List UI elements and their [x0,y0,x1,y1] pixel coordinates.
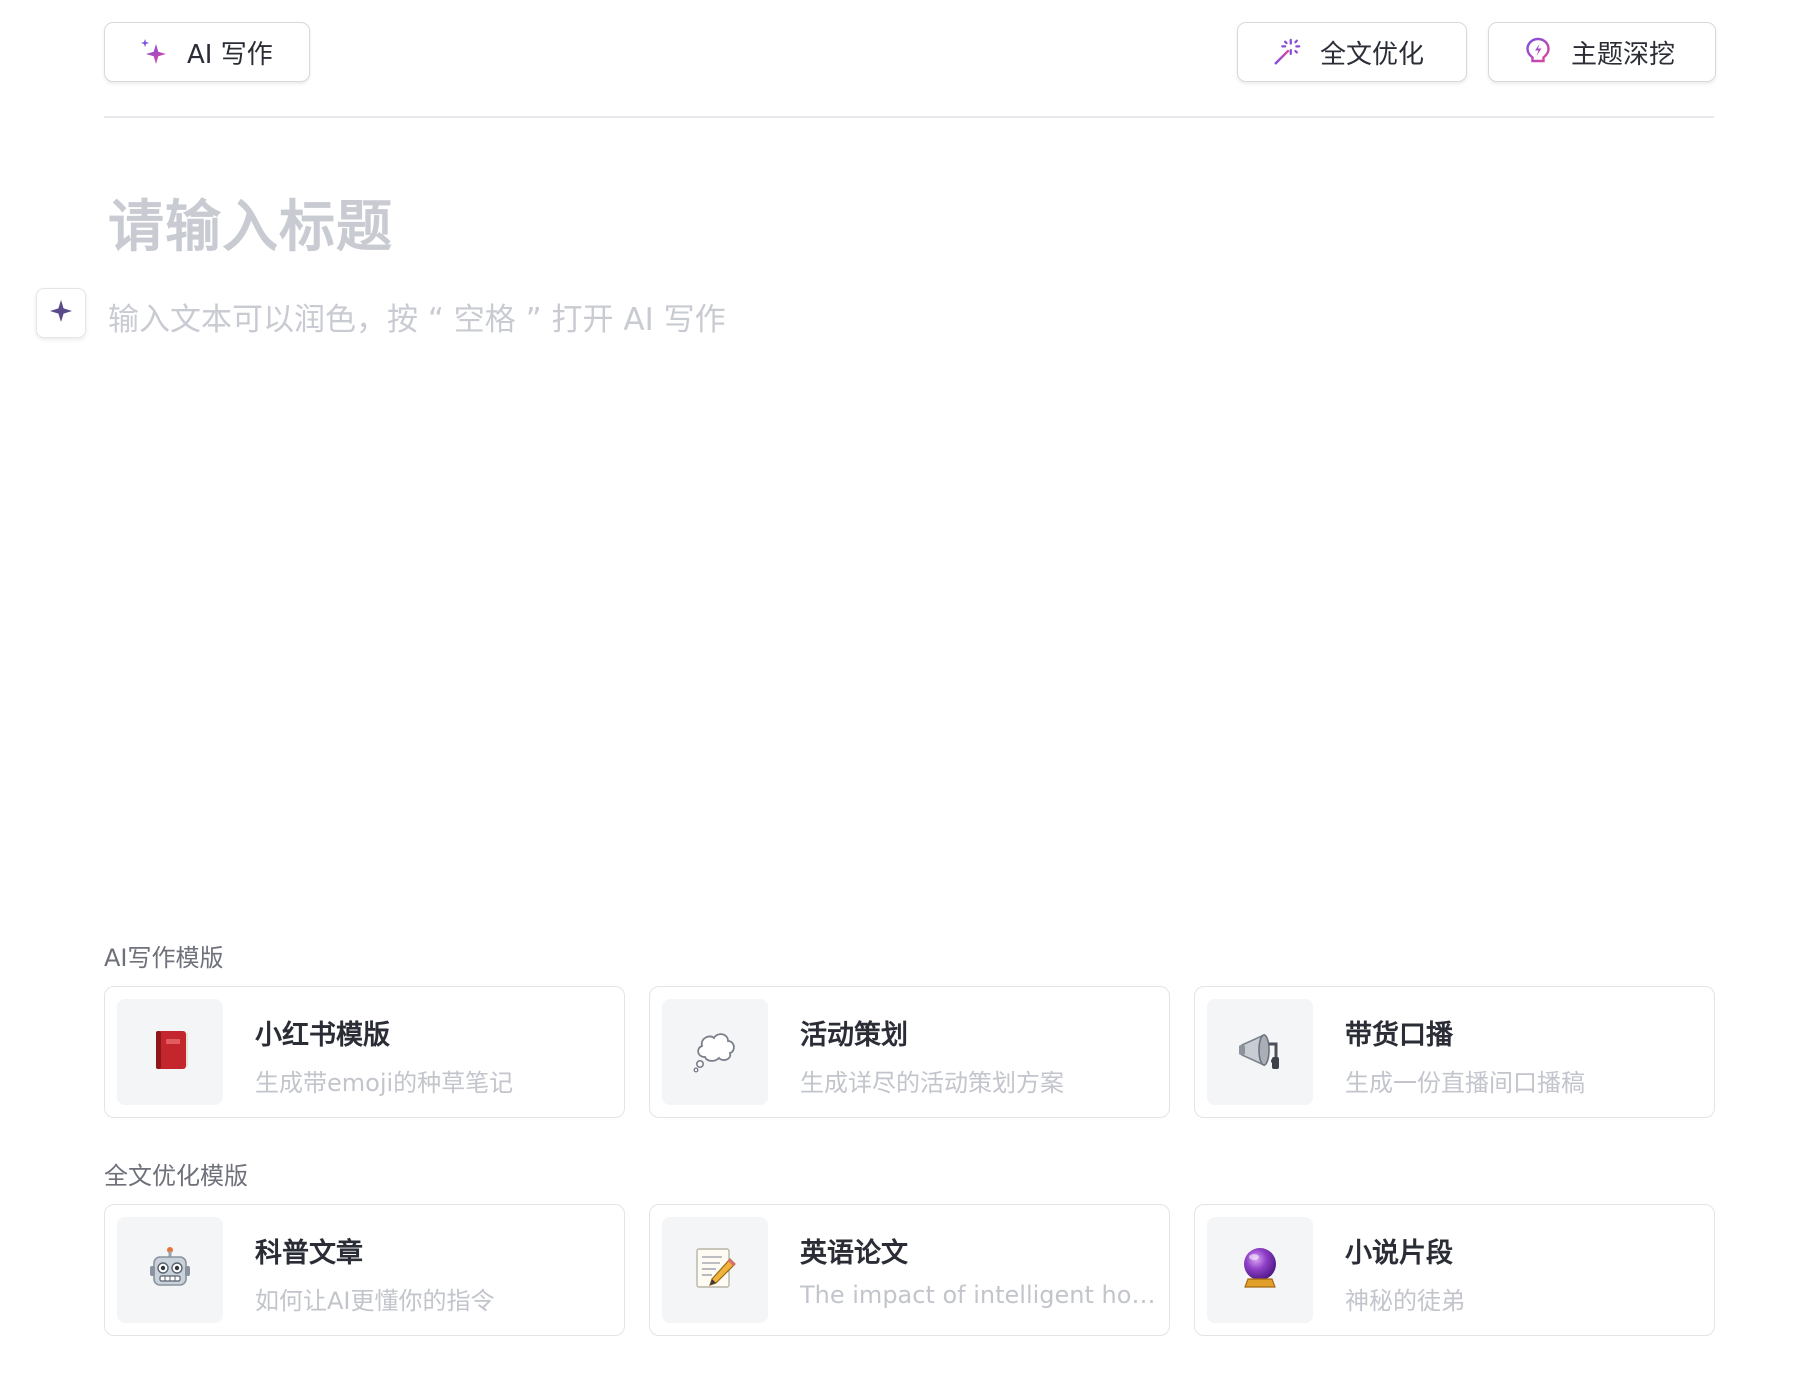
ai-assist-button[interactable] [36,288,86,338]
lightbulb-icon [1523,37,1553,67]
template-title: 小说片段 [1345,1238,1453,1269]
crystal-ball-icon [1238,1245,1282,1295]
template-description: 神秘的徒弟 [1345,1287,1465,1315]
topic-deep-dive-label: 主题深挖 [1571,39,1676,70]
template-thumb [1207,999,1313,1105]
template-description: 生成一份直播间口播稿 [1345,1069,1585,1097]
megaphone-icon [1236,1027,1284,1077]
ai-write-label: AI 写作 [187,39,273,70]
template-card-english-paper[interactable]: 英语论文 The impact of intelligent hou... [649,1204,1170,1336]
sparkle-icon [48,298,74,328]
template-description: 生成详尽的活动策划方案 [800,1069,1064,1097]
toolbar-divider [104,116,1714,118]
template-card-xiaohongshu[interactable]: 小红书模版 生成带emoji的种草笔记 [104,986,625,1118]
template-description: 生成带emoji的种草笔记 [255,1069,514,1097]
ai-templates-row: 小红书模版 生成带emoji的种草笔记 活动策划 生成详尽的活动策划方案 带货口… [104,986,1715,1118]
template-title: 带货口播 [1345,1020,1453,1051]
template-thumb [662,1217,768,1323]
template-card-science-article[interactable]: 科普文章 如何让AI更懂你的指令 [104,1204,625,1336]
template-title: 活动策划 [800,1020,908,1051]
sparkle-icon [139,37,169,67]
ai-templates-heading: AI写作模版 [104,944,224,972]
template-thumb [662,999,768,1105]
body-input[interactable]: 输入文本可以润色，按 “ 空格 ” 打开 AI 写作 [108,294,726,339]
memo-pencil-icon [692,1245,738,1295]
template-card-novel-excerpt[interactable]: 小说片段 神秘的徒弟 [1194,1204,1715,1336]
title-input[interactable]: 请输入标题 [108,182,393,263]
magic-wand-icon [1272,37,1302,67]
template-description: The impact of intelligent hou... [800,1281,1156,1309]
template-card-live-selling[interactable]: 带货口播 生成一份直播间口播稿 [1194,986,1715,1118]
template-title: 英语论文 [800,1238,908,1269]
optimize-label: 全文优化 [1320,39,1425,70]
red-book-icon [150,1027,190,1077]
ai-write-button[interactable]: AI 写作 [104,22,310,82]
optimize-button[interactable]: 全文优化 [1237,22,1467,82]
robot-icon [147,1245,193,1295]
template-title: 小红书模版 [255,1020,390,1051]
thought-bubble-icon [691,1027,739,1077]
optimize-templates-heading: 全文优化模版 [104,1162,248,1190]
toolbar: AI 写作 全文优化 主题深挖 [104,22,1716,84]
template-thumb [1207,1217,1313,1323]
template-thumb [117,1217,223,1323]
topic-deep-dive-button[interactable]: 主题深挖 [1488,22,1716,82]
template-title: 科普文章 [255,1238,363,1269]
template-description: 如何让AI更懂你的指令 [255,1287,495,1315]
template-card-event-planning[interactable]: 活动策划 生成详尽的活动策划方案 [649,986,1170,1118]
editor-page: AI 写作 全文优化 主题深挖 请输入标题 输入文本可以润色，按 “ 空格 ” … [0,0,1794,1388]
template-thumb [117,999,223,1105]
optimize-templates-row: 科普文章 如何让AI更懂你的指令 英语论文 The impact of inte… [104,1204,1715,1336]
